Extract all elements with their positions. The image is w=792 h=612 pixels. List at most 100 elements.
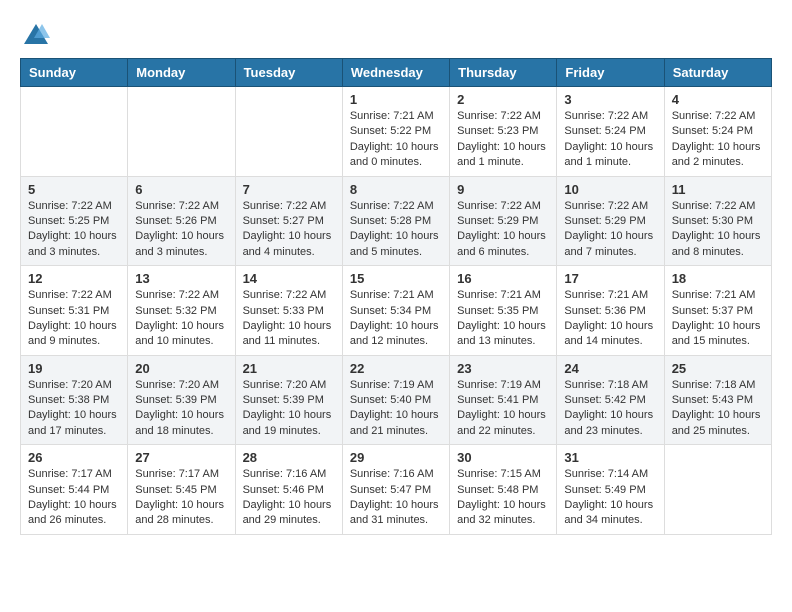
cell-content: Sunrise: 7:16 AM Sunset: 5:47 PM Dayligh… [350,467,442,529]
day-number: 23 [457,361,549,376]
calendar-cell: 14 Sunrise: 7:22 AM Sunset: 5:33 PM Dayli… [235,266,342,356]
day-number: 17 [564,271,656,286]
cell-content: Sunrise: 7:21 AM Sunset: 5:34 PM Dayligh… [350,288,442,350]
day-number: 8 [350,182,442,197]
calendar-cell: 15 Sunrise: 7:21 AM Sunset: 5:34 PM Dayli… [342,266,449,356]
day-of-week-header: Wednesday [342,59,449,87]
logo-icon [22,20,50,48]
day-of-week-header: Saturday [664,59,771,87]
calendar-cell: 1 Sunrise: 7:21 AM Sunset: 5:22 PM Daylig… [342,87,449,177]
day-number: 18 [672,271,764,286]
day-number: 24 [564,361,656,376]
cell-content: Sunrise: 7:18 AM Sunset: 5:42 PM Dayligh… [564,378,656,440]
cell-content: Sunrise: 7:21 AM Sunset: 5:37 PM Dayligh… [672,288,764,350]
cell-content: Sunrise: 7:19 AM Sunset: 5:41 PM Dayligh… [457,378,549,440]
day-of-week-header: Tuesday [235,59,342,87]
cell-content: Sunrise: 7:21 AM Sunset: 5:36 PM Dayligh… [564,288,656,350]
cell-content: Sunrise: 7:22 AM Sunset: 5:29 PM Dayligh… [457,199,549,261]
cell-content: Sunrise: 7:22 AM Sunset: 5:32 PM Dayligh… [135,288,227,350]
calendar-cell: 8 Sunrise: 7:22 AM Sunset: 5:28 PM Daylig… [342,176,449,266]
calendar-cell: 9 Sunrise: 7:22 AM Sunset: 5:29 PM Daylig… [450,176,557,266]
cell-content: Sunrise: 7:16 AM Sunset: 5:46 PM Dayligh… [243,467,335,529]
day-number: 6 [135,182,227,197]
calendar-cell: 21 Sunrise: 7:20 AM Sunset: 5:39 PM Dayli… [235,355,342,445]
cell-content: Sunrise: 7:21 AM Sunset: 5:35 PM Dayligh… [457,288,549,350]
cell-content: Sunrise: 7:22 AM Sunset: 5:30 PM Dayligh… [672,199,764,261]
calendar-week-row: 26 Sunrise: 7:17 AM Sunset: 5:44 PM Dayli… [21,445,772,535]
calendar-week-row: 19 Sunrise: 7:20 AM Sunset: 5:38 PM Dayli… [21,355,772,445]
day-of-week-header: Friday [557,59,664,87]
calendar-cell: 28 Sunrise: 7:16 AM Sunset: 5:46 PM Dayli… [235,445,342,535]
cell-content: Sunrise: 7:20 AM Sunset: 5:39 PM Dayligh… [135,378,227,440]
day-number: 26 [28,450,120,465]
day-of-week-header: Sunday [21,59,128,87]
day-number: 7 [243,182,335,197]
cell-content: Sunrise: 7:22 AM Sunset: 5:27 PM Dayligh… [243,199,335,261]
calendar-cell: 22Sunrise: 7:19 AM Sunset: 5:40 PM Dayli… [342,355,449,445]
cell-content: Sunrise: 7:22 AM Sunset: 5:33 PM Dayligh… [243,288,335,350]
calendar-cell: 26 Sunrise: 7:17 AM Sunset: 5:44 PM Dayli… [21,445,128,535]
cell-content: Sunrise: 7:17 AM Sunset: 5:45 PM Dayligh… [135,467,227,529]
cell-content: Sunrise: 7:17 AM Sunset: 5:44 PM Dayligh… [28,467,120,529]
cell-content: Sunrise: 7:20 AM Sunset: 5:38 PM Dayligh… [28,378,120,440]
cell-content: Sunrise: 7:22 AM Sunset: 5:23 PM Dayligh… [457,109,549,171]
calendar-cell: 6 Sunrise: 7:22 AM Sunset: 5:26 PM Daylig… [128,176,235,266]
calendar-week-row: 12Sunrise: 7:22 AM Sunset: 5:31 PM Dayli… [21,266,772,356]
day-number: 11 [672,182,764,197]
calendar-week-row: 1 Sunrise: 7:21 AM Sunset: 5:22 PM Daylig… [21,87,772,177]
calendar-cell [664,445,771,535]
calendar-cell: 18 Sunrise: 7:21 AM Sunset: 5:37 PM Dayli… [664,266,771,356]
calendar-cell: 2 Sunrise: 7:22 AM Sunset: 5:23 PM Daylig… [450,87,557,177]
day-number: 1 [350,92,442,107]
cell-content: Sunrise: 7:22 AM Sunset: 5:26 PM Dayligh… [135,199,227,261]
calendar-cell: 25 Sunrise: 7:18 AM Sunset: 5:43 PM Dayli… [664,355,771,445]
calendar-cell: 7 Sunrise: 7:22 AM Sunset: 5:27 PM Daylig… [235,176,342,266]
calendar-cell [128,87,235,177]
calendar-cell: 31 Sunrise: 7:14 AM Sunset: 5:49 PM Dayli… [557,445,664,535]
calendar-cell: 3Sunrise: 7:22 AM Sunset: 5:24 PM Daylig… [557,87,664,177]
cell-content: Sunrise: 7:21 AM Sunset: 5:22 PM Dayligh… [350,109,442,171]
calendar-cell: 13 Sunrise: 7:22 AM Sunset: 5:32 PM Dayli… [128,266,235,356]
day-number: 14 [243,271,335,286]
calendar-cell: 30 Sunrise: 7:15 AM Sunset: 5:48 PM Dayli… [450,445,557,535]
day-of-week-header: Thursday [450,59,557,87]
calendar-cell: 20 Sunrise: 7:20 AM Sunset: 5:39 PM Dayli… [128,355,235,445]
calendar-cell: 29 Sunrise: 7:16 AM Sunset: 5:47 PM Dayli… [342,445,449,535]
page-header [20,20,772,48]
day-number: 30 [457,450,549,465]
calendar-cell: 16 Sunrise: 7:21 AM Sunset: 5:35 PM Dayli… [450,266,557,356]
cell-content: Sunrise: 7:22 AM Sunset: 5:24 PM Dayligh… [672,109,764,171]
day-number: 5 [28,182,120,197]
day-number: 12 [28,271,120,286]
day-number: 27 [135,450,227,465]
day-number: 16 [457,271,549,286]
cell-content: Sunrise: 7:22 AM Sunset: 5:28 PM Dayligh… [350,199,442,261]
calendar-cell [21,87,128,177]
cell-content: Sunrise: 7:15 AM Sunset: 5:48 PM Dayligh… [457,467,549,529]
day-number: 22 [350,361,442,376]
day-number: 15 [350,271,442,286]
cell-content: Sunrise: 7:18 AM Sunset: 5:43 PM Dayligh… [672,378,764,440]
cell-content: Sunrise: 7:22 AM Sunset: 5:29 PM Dayligh… [564,199,656,261]
calendar-header-row: SundayMondayTuesdayWednesdayThursdayFrid… [21,59,772,87]
calendar-cell: 19 Sunrise: 7:20 AM Sunset: 5:38 PM Dayli… [21,355,128,445]
day-number: 25 [672,361,764,376]
day-number: 28 [243,450,335,465]
day-number: 3 [564,92,656,107]
calendar-cell: 17 Sunrise: 7:21 AM Sunset: 5:36 PM Dayli… [557,266,664,356]
day-number: 19 [28,361,120,376]
calendar-cell: 11 Sunrise: 7:22 AM Sunset: 5:30 PM Dayli… [664,176,771,266]
day-number: 4 [672,92,764,107]
cell-content: Sunrise: 7:14 AM Sunset: 5:49 PM Dayligh… [564,467,656,529]
day-number: 20 [135,361,227,376]
day-number: 29 [350,450,442,465]
calendar-cell: 24 Sunrise: 7:18 AM Sunset: 5:42 PM Dayli… [557,355,664,445]
day-number: 31 [564,450,656,465]
calendar-week-row: 5Sunrise: 7:22 AM Sunset: 5:25 PM Daylig… [21,176,772,266]
day-number: 21 [243,361,335,376]
day-number: 9 [457,182,549,197]
day-number: 2 [457,92,549,107]
cell-content: Sunrise: 7:20 AM Sunset: 5:39 PM Dayligh… [243,378,335,440]
calendar-cell: 5Sunrise: 7:22 AM Sunset: 5:25 PM Daylig… [21,176,128,266]
day-number: 13 [135,271,227,286]
